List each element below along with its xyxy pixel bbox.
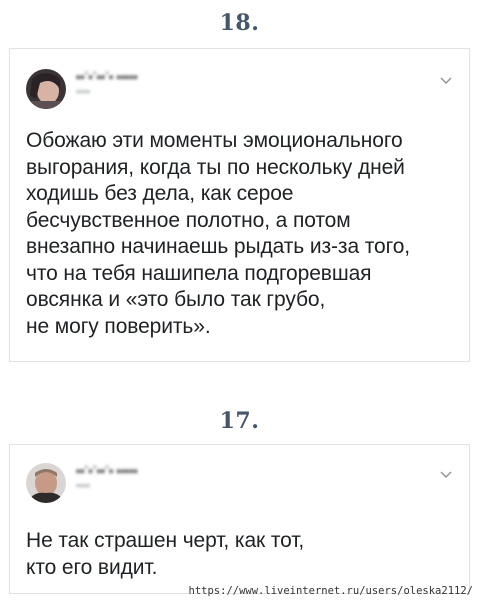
post-number: 18. [219, 10, 260, 36]
avatar[interactable] [26, 463, 66, 503]
tweet-text: Не так страшен черт, как тот, кто его ви… [26, 528, 455, 581]
tweet-card: ••´•´••´• ••••• •••• Обожаю эти моменты … [9, 48, 470, 362]
watermark: https://www.liveinternet.ru/users/oleska… [188, 585, 473, 597]
chevron-down-icon[interactable] [439, 73, 453, 84]
author-name[interactable]: ••´•´••´• ••••• [76, 464, 138, 478]
author-name[interactable]: ••´•´••´• ••••• [76, 70, 138, 84]
chevron-down-icon[interactable] [439, 467, 453, 478]
tweet-text-line: Обожаю эти моменты эмоционального [26, 129, 403, 152]
tweet-text-line: овсянка и «это было так грубо, [26, 288, 326, 311]
tweet-text-line: не могу поверить». [26, 314, 211, 338]
avatar[interactable] [26, 69, 66, 109]
post-number: 17. [219, 408, 260, 434]
tweet-text-line: внезапно начинаешь рыдать из-за того, [26, 235, 411, 258]
tweet-text-line: выгорания, когда ты по нескольку дней [26, 155, 405, 179]
tweet-text-line: кто его видит. [26, 555, 158, 579]
tweet-text-line: Не так страшен черт, как тот, [26, 529, 305, 552]
tweet-card: ••´•´••´• ••••• •••• Не так страшен черт… [9, 444, 470, 594]
tweet-text-line: что на тебя нашипела подгоревшая [26, 261, 372, 285]
tweet-text: Обожаю эти моменты эмоционального выгора… [26, 128, 455, 340]
tweet-text-line: бесчувственное полотно, а потом [26, 208, 351, 232]
tweet-text-line: ходишь без дела, как серое [26, 182, 294, 205]
author-handle[interactable]: •••• [76, 87, 90, 98]
author-handle[interactable]: •••• [76, 481, 90, 492]
